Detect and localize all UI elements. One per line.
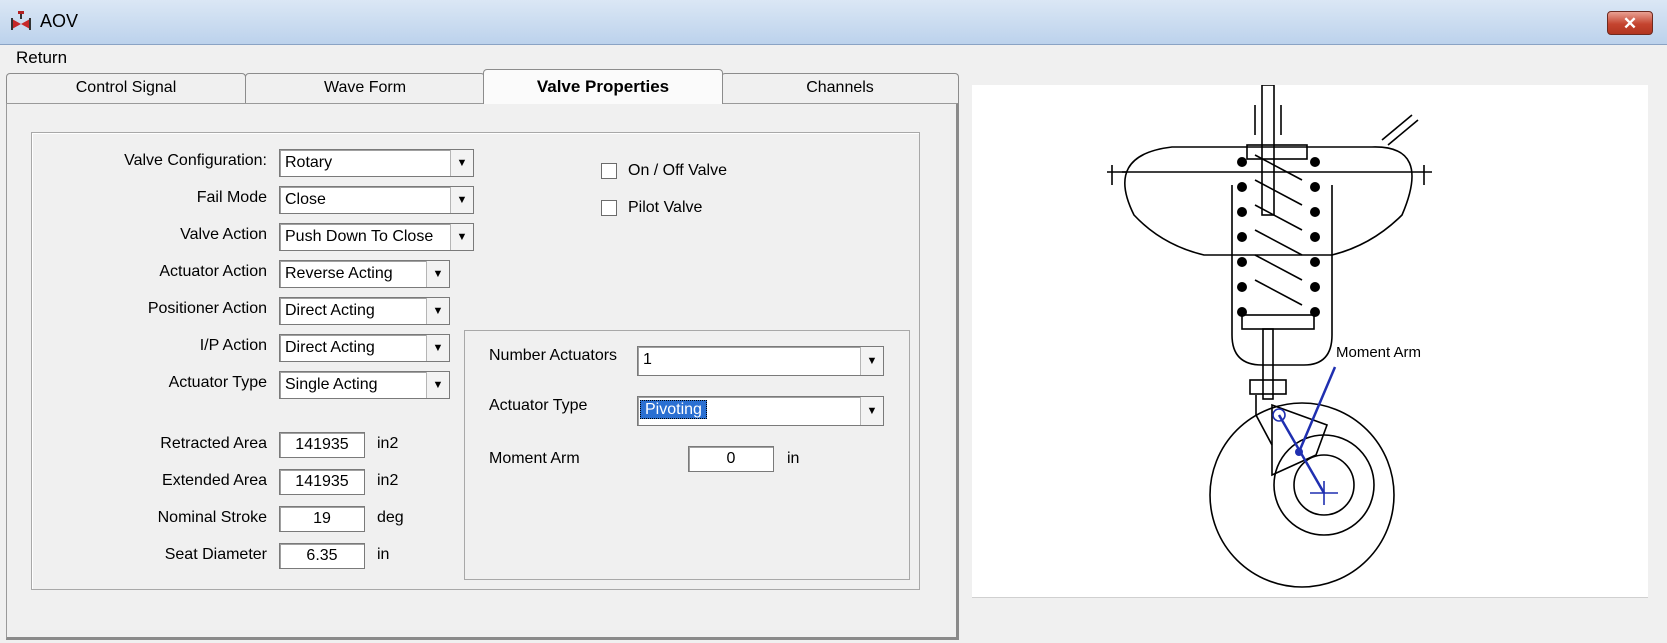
valve-diagram: Moment Arm — [972, 84, 1648, 598]
tab-label: Channels — [806, 79, 874, 96]
extended-area-field[interactable]: 141935 — [279, 469, 365, 495]
pilot-valve-checkbox[interactable] — [601, 200, 617, 216]
menu-bar: Return — [0, 45, 1667, 71]
tab-label: Valve Properties — [536, 77, 670, 96]
ip-action-select[interactable]: Direct Acting ▼ — [279, 334, 450, 362]
tab-label: Wave Form — [323, 79, 407, 96]
retracted-area-label: Retracted Area — [160, 435, 267, 452]
positioner-action-label: Positioner Action — [147, 300, 267, 317]
seat-diameter-field[interactable]: 6.35 — [279, 543, 365, 569]
actuator-action-select[interactable]: Reverse Acting ▼ — [279, 260, 450, 288]
moment-arm-label: Moment Arm — [489, 450, 580, 467]
actuator-type-pivot-value: Pivoting — [640, 400, 707, 419]
actuator-action-value: Reverse Acting — [285, 265, 393, 282]
extended-area-unit: in2 — [377, 472, 399, 489]
nominal-stroke-field[interactable]: 19 — [279, 506, 365, 532]
nominal-stroke-unit: deg — [377, 509, 404, 526]
valve-action-select[interactable]: Push Down To Close ▼ — [279, 223, 474, 251]
actuator-action-label: Actuator Action — [159, 263, 267, 280]
on-off-valve-label[interactable]: On / Off Valve — [628, 162, 727, 180]
moment-arm-field[interactable]: 0 — [688, 446, 774, 472]
tab-valve-properties[interactable]: Valve Properties — [483, 69, 723, 104]
seat-diameter-label: Seat Diameter — [164, 546, 267, 563]
moment-arm-unit: in — [787, 450, 800, 467]
actuator-type-value: Single Acting — [285, 376, 378, 393]
title-bar: AOV ✕ — [0, 0, 1667, 45]
ip-action-label: I/P Action — [199, 337, 267, 354]
close-button[interactable]: ✕ — [1607, 11, 1653, 35]
actuator-type-label: Actuator Type — [168, 374, 267, 391]
valve-app-icon — [11, 11, 31, 30]
chevron-down-icon[interactable]: ▼ — [426, 261, 449, 287]
nominal-stroke-label: Nominal Stroke — [157, 509, 267, 526]
chevron-down-icon[interactable]: ▼ — [860, 397, 883, 425]
valve-action-label: Valve Action — [180, 226, 267, 243]
actuator-type-pivot-label: Actuator Type — [489, 397, 588, 414]
positioner-action-value: Direct Acting — [285, 302, 375, 319]
valve-configuration-select[interactable]: Rotary ▼ — [279, 149, 474, 177]
chevron-down-icon[interactable]: ▼ — [450, 224, 473, 250]
number-actuators-select[interactable]: 1 ▼ — [637, 346, 884, 376]
valve-configuration-value: Rotary — [285, 154, 333, 171]
number-actuators-value: 1 — [643, 351, 652, 368]
moment-arm-marker — [1272, 366, 1338, 505]
menu-return[interactable]: Return — [16, 48, 67, 68]
on-off-valve-checkbox[interactable] — [601, 163, 617, 179]
ip-action-value: Direct Acting — [285, 339, 375, 356]
seat-diameter-unit: in — [377, 546, 390, 563]
positioner-action-select[interactable]: Direct Acting ▼ — [279, 297, 450, 325]
actuator-type-pivot-select[interactable]: Pivoting ▼ — [637, 396, 884, 426]
window-title: AOV — [40, 11, 79, 31]
chevron-down-icon[interactable]: ▼ — [450, 187, 473, 213]
actuator-type-select[interactable]: Single Acting ▼ — [279, 371, 450, 399]
pilot-valve-label[interactable]: Pilot Valve — [628, 199, 702, 217]
extended-area-label: Extended Area — [162, 472, 267, 489]
chevron-down-icon[interactable]: ▼ — [426, 335, 449, 361]
chevron-down-icon[interactable]: ▼ — [426, 372, 449, 398]
tab-label: Control Signal — [75, 79, 177, 96]
valve-configuration-label: Valve Configuration: — [124, 152, 267, 169]
tab-channels[interactable]: Channels — [721, 73, 959, 103]
valve-action-value: Push Down To Close — [285, 228, 434, 245]
moment-arm-annotation: Moment Arm — [1336, 344, 1421, 361]
fail-mode-select[interactable]: Close ▼ — [279, 186, 474, 214]
chevron-down-icon[interactable]: ▼ — [860, 347, 883, 375]
tab-wave-form[interactable]: Wave Form — [245, 73, 485, 103]
chevron-down-icon[interactable]: ▼ — [426, 298, 449, 324]
fail-mode-label: Fail Mode — [196, 189, 267, 206]
tab-control-signal[interactable]: Control Signal — [6, 73, 246, 103]
retracted-area-unit: in2 — [377, 435, 399, 452]
chevron-down-icon[interactable]: ▼ — [450, 150, 473, 176]
number-actuators-label: Number Actuators — [489, 347, 618, 364]
fail-mode-value: Close — [285, 191, 326, 208]
retracted-area-field[interactable]: 141935 — [279, 432, 365, 458]
actuator-illustration: Moment Arm — [1107, 84, 1432, 588]
